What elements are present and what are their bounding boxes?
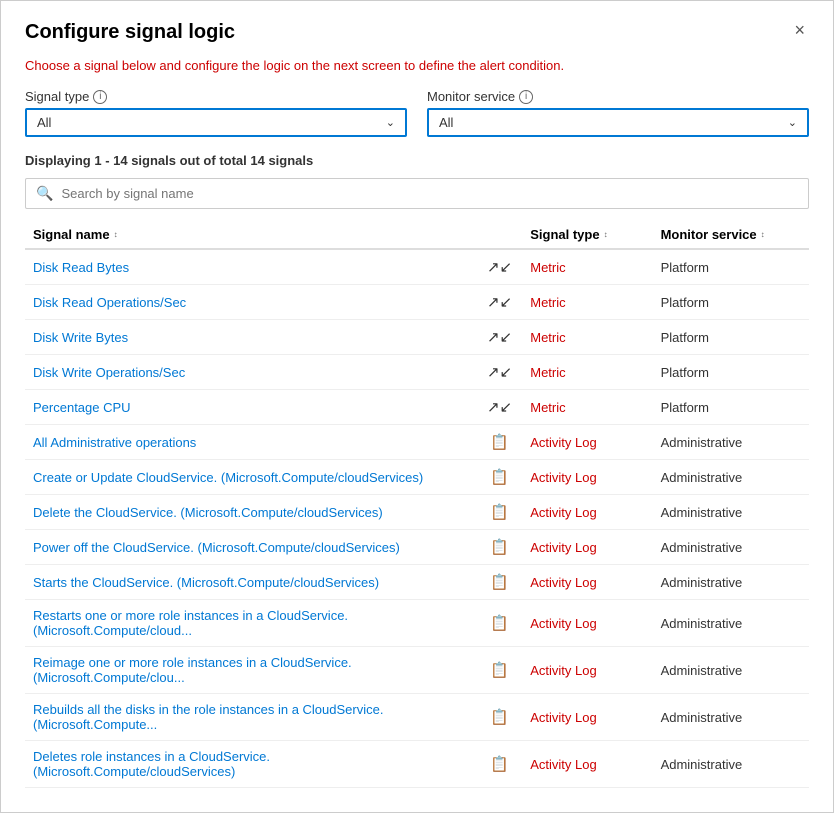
th-monitor-service[interactable]: Monitor service ↕ bbox=[653, 221, 809, 249]
monitor-service-value: Platform bbox=[661, 365, 709, 380]
signal-type-chevron-icon: ⌄ bbox=[386, 116, 395, 129]
metric-icon: ↗↙ bbox=[487, 259, 512, 276]
signal-type-value: Metric bbox=[530, 295, 565, 310]
monitor-service-value: Administrative bbox=[661, 505, 743, 520]
filters-row: Signal type i All ⌄ Monitor service i Al… bbox=[25, 89, 809, 137]
metric-icon: ↗↙ bbox=[487, 399, 512, 416]
table-row: Restarts one or more role instances in a… bbox=[25, 600, 809, 647]
search-icon: 🔍 bbox=[36, 185, 53, 202]
signal-type-dropdown[interactable]: All ⌄ bbox=[25, 108, 407, 137]
monitor-service-dropdown[interactable]: All ⌄ bbox=[427, 108, 809, 137]
signal-type-value: Activity Log bbox=[530, 470, 596, 485]
monitor-service-label: Monitor service i bbox=[427, 89, 809, 104]
activity-log-icon: 📋 bbox=[490, 504, 509, 521]
dialog-title: Configure signal logic bbox=[25, 21, 235, 44]
info-text: Choose a signal below and configure the … bbox=[25, 58, 809, 73]
signal-name-link[interactable]: Delete the CloudService. (Microsoft.Comp… bbox=[33, 505, 383, 520]
table-row: Deletes role instances in a CloudService… bbox=[25, 741, 809, 788]
search-input[interactable] bbox=[61, 186, 798, 201]
monitor-service-value: Platform bbox=[661, 295, 709, 310]
signal-type-value: Metric bbox=[530, 260, 565, 275]
table-row: Disk Write Operations/Sec ↗↙ Metric Platfor… bbox=[25, 355, 809, 390]
signal-name-link[interactable]: All Administrative operations bbox=[33, 435, 196, 450]
signal-type-value: Activity Log bbox=[530, 435, 596, 450]
signal-type-value: Activity Log bbox=[530, 757, 596, 772]
monitor-service-value: Administrative bbox=[661, 710, 743, 725]
activity-log-icon: 📋 bbox=[490, 469, 509, 486]
th-signal-type[interactable]: Signal type ↕ bbox=[522, 221, 652, 249]
table-row: All Administrative operations 📋 Activity L… bbox=[25, 425, 809, 460]
metric-icon: ↗↙ bbox=[487, 364, 512, 381]
monitor-service-value: Administrative bbox=[661, 435, 743, 450]
signal-name-link[interactable]: Disk Write Bytes bbox=[33, 330, 128, 345]
signal-type-value: Activity Log bbox=[530, 616, 596, 631]
signal-name-link[interactable]: Create or Update CloudService. (Microsof… bbox=[33, 470, 423, 485]
activity-log-icon: 📋 bbox=[490, 434, 509, 451]
monitor-service-info-icon[interactable]: i bbox=[519, 90, 533, 104]
signal-type-value: Metric bbox=[530, 330, 565, 345]
activity-log-icon: 📋 bbox=[490, 756, 509, 773]
signal-name-link[interactable]: Power off the CloudService. (Microsoft.C… bbox=[33, 540, 400, 555]
dialog-header: Configure signal logic × bbox=[25, 21, 809, 44]
signal-type-value: Activity Log bbox=[530, 663, 596, 678]
th-signal-name[interactable]: Signal name ↕ bbox=[25, 221, 477, 249]
configure-signal-dialog: Configure signal logic × Choose a signal… bbox=[0, 0, 834, 813]
activity-log-icon: 📋 bbox=[490, 574, 509, 591]
signal-type-value: Activity Log bbox=[530, 575, 596, 590]
metric-icon: ↗↙ bbox=[487, 329, 512, 346]
signal-name-link[interactable]: Disk Write Operations/Sec bbox=[33, 365, 185, 380]
signal-type-info-icon[interactable]: i bbox=[93, 90, 107, 104]
table-row: Percentage CPU ↗↙ Metric Platform bbox=[25, 390, 809, 425]
monitor-service-value: Administrative bbox=[661, 663, 743, 678]
signal-name-link[interactable]: Disk Read Bytes bbox=[33, 260, 129, 275]
signal-type-value: Activity Log bbox=[530, 505, 596, 520]
signal-name-link[interactable]: Reimage one or more role instances in a … bbox=[33, 655, 352, 685]
monitor-service-filter: Monitor service i All ⌄ bbox=[427, 89, 809, 137]
table-row: Disk Read Operations/Sec ↗↙ Metric Platform bbox=[25, 285, 809, 320]
signal-name-link[interactable]: Rebuilds all the disks in the role insta… bbox=[33, 702, 383, 732]
monitor-service-value: Administrative bbox=[661, 575, 743, 590]
signal-type-sort-icon[interactable]: ↕ bbox=[604, 231, 608, 239]
signal-name-link[interactable]: Disk Read Operations/Sec bbox=[33, 295, 186, 310]
table-header-row: Signal name ↕ Signal type ↕ Monitor serv… bbox=[25, 221, 809, 249]
table-row: Starts the CloudService. (Microsoft.Comp… bbox=[25, 565, 809, 600]
signal-type-value: Activity Log bbox=[530, 540, 596, 555]
monitor-service-value: Platform bbox=[661, 260, 709, 275]
table-row: Disk Write Bytes ↗↙ Metric Platform bbox=[25, 320, 809, 355]
signal-type-filter: Signal type i All ⌄ bbox=[25, 89, 407, 137]
signal-type-label: Signal type i bbox=[25, 89, 407, 104]
signal-name-link[interactable]: Percentage CPU bbox=[33, 400, 131, 415]
monitor-service-value: Administrative bbox=[661, 540, 743, 555]
signal-type-value: Metric bbox=[530, 400, 565, 415]
table-row: Reimage one or more role instances in a … bbox=[25, 647, 809, 694]
signal-type-value: Activity Log bbox=[530, 710, 596, 725]
signal-name-link[interactable]: Deletes role instances in a CloudService… bbox=[33, 749, 270, 779]
monitor-service-value: Platform bbox=[661, 400, 709, 415]
table-row: Delete the CloudService. (Microsoft.Comp… bbox=[25, 495, 809, 530]
activity-log-icon: 📋 bbox=[490, 539, 509, 556]
monitor-service-value: Platform bbox=[661, 330, 709, 345]
signal-name-sort-icon[interactable]: ↕ bbox=[114, 231, 118, 239]
monitor-service-value: Administrative bbox=[661, 616, 743, 631]
table-row: Power off the CloudService. (Microsoft.C… bbox=[25, 530, 809, 565]
monitor-service-chevron-icon: ⌄ bbox=[788, 116, 797, 129]
table-row: Rebuilds all the disks in the role insta… bbox=[25, 694, 809, 741]
table-row: Disk Read Bytes ↗↙ Metric Platform bbox=[25, 249, 809, 285]
activity-log-icon: 📋 bbox=[490, 709, 509, 726]
monitor-service-value: Administrative bbox=[661, 757, 743, 772]
th-icon bbox=[477, 221, 522, 249]
count-text: Displaying 1 - 14 signals out of total 1… bbox=[25, 153, 809, 168]
signals-table: Signal name ↕ Signal type ↕ Monitor serv… bbox=[25, 221, 809, 788]
metric-icon: ↗↙ bbox=[487, 294, 512, 311]
signal-name-link[interactable]: Starts the CloudService. (Microsoft.Comp… bbox=[33, 575, 379, 590]
table-row: Create or Update CloudService. (Microsof… bbox=[25, 460, 809, 495]
activity-log-icon: 📋 bbox=[490, 615, 509, 632]
signal-name-link[interactable]: Restarts one or more role instances in a… bbox=[33, 608, 348, 638]
monitor-service-sort-icon[interactable]: ↕ bbox=[761, 231, 765, 239]
signal-type-value: Metric bbox=[530, 365, 565, 380]
close-button[interactable]: × bbox=[790, 21, 809, 39]
monitor-service-value: Administrative bbox=[661, 470, 743, 485]
search-box[interactable]: 🔍 bbox=[25, 178, 809, 209]
activity-log-icon: 📋 bbox=[490, 662, 509, 679]
